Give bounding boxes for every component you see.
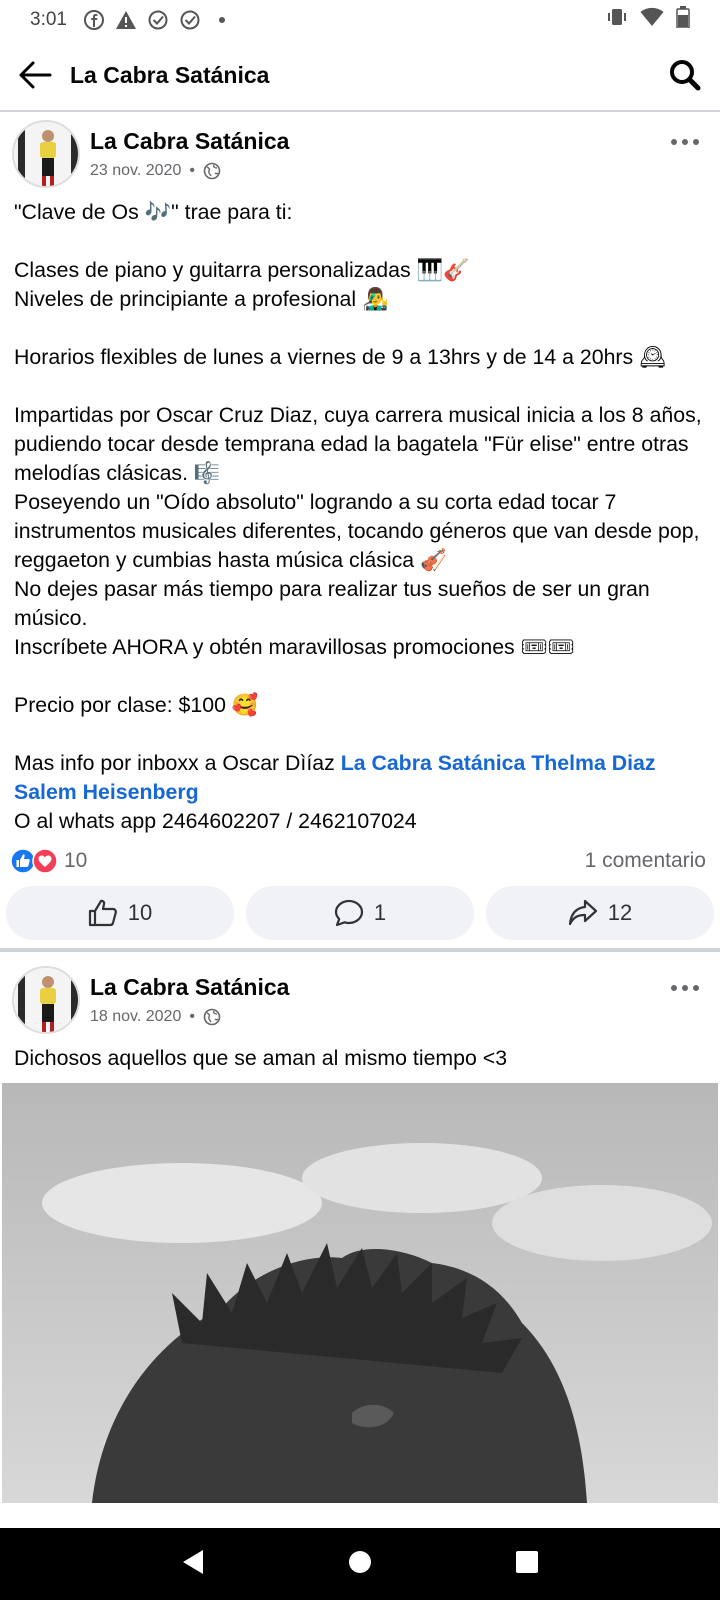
post-header: La Cabra Satánica 23 nov. 2020 • [0,114,720,198]
post-photo[interactable] [2,1083,718,1503]
comment-button[interactable]: 1 [246,886,474,940]
post-text-contact: O al whats app 2464602207 / 2462107024 [14,809,417,833]
post-date[interactable]: 18 nov. 2020 [90,1008,181,1026]
post-author[interactable]: La Cabra Satánica [90,974,289,1001]
comments-link[interactable]: 1 comentario [585,849,706,873]
circle-home-icon [348,1550,371,1573]
status-bar: 3:01 [0,0,720,40]
share-button[interactable]: 12 [486,886,714,940]
more-options-button[interactable] [670,132,700,152]
like-button[interactable]: 10 [6,886,234,940]
like-count: 10 [127,900,153,925]
post: La Cabra Satánica 18 nov. 2020 • Dichoso… [0,952,720,1503]
post: La Cabra Satánica 23 nov. 2020 • "Clave … [0,114,720,948]
search-button[interactable] [650,39,720,111]
arrow-left-icon [19,61,52,89]
post-text: "Clave de Os 🎶" trae para ti: Clases de … [0,198,720,836]
check-circle-icon-2 [179,9,201,31]
share-count: 12 [607,900,633,925]
battery-icon [676,6,690,34]
comment-count: 1 [373,900,387,925]
nav-back-button[interactable] [181,1549,205,1580]
facebook-notification-icon [83,9,105,31]
separator-dot: • [189,162,195,179]
status-time: 3:01 [30,9,67,30]
love-reaction-icon [32,848,58,874]
post-text: Dichosos aquellos que se aman al mismo t… [14,1046,508,1070]
nav-home-button[interactable] [348,1550,372,1579]
post-date[interactable]: 23 nov. 2020 [90,162,181,180]
globe-icon [203,162,221,180]
separator-dot: • [189,1008,195,1025]
more-horizontal-icon [671,139,699,145]
square-recents-icon [515,1550,538,1573]
post-author[interactable]: La Cabra Satánica [90,128,289,155]
triangle-back-icon [183,1549,204,1574]
thumbs-up-icon [88,899,117,927]
globe-icon [203,1008,221,1026]
post-header: La Cabra Satánica 18 nov. 2020 • [0,960,720,1044]
avatar[interactable] [12,120,80,188]
warning-icon [115,9,137,31]
page-title: La Cabra Satánica [70,61,270,88]
post-meta: 18 nov. 2020 • [90,1008,221,1026]
wifi-icon [640,7,664,33]
nav-recents-button[interactable] [515,1550,539,1579]
post-actions: 10 1 12 [0,886,720,948]
app-header: La Cabra Satánica [0,40,720,112]
more-horizontal-icon [671,985,699,991]
post-text-body: "Clave de Os 🎶" trae para ti: Clases de … [14,200,702,775]
more-options-button[interactable] [670,978,700,998]
avatar[interactable] [12,966,80,1034]
share-arrow-icon [568,899,597,926]
feed: La Cabra Satánica 23 nov. 2020 • "Clave … [0,114,720,1503]
dot-icon [211,9,233,31]
check-circle-icon [147,9,169,31]
comment-bubble-icon [334,899,363,927]
post-meta: 23 nov. 2020 • [90,162,221,180]
back-button[interactable] [0,39,70,111]
search-icon [670,60,701,91]
vibrate-icon [606,7,628,33]
system-nav-bar [0,1528,720,1600]
reactions-summary[interactable]: 10 1 comentario [0,836,720,886]
reaction-count: 10 [64,849,88,872]
